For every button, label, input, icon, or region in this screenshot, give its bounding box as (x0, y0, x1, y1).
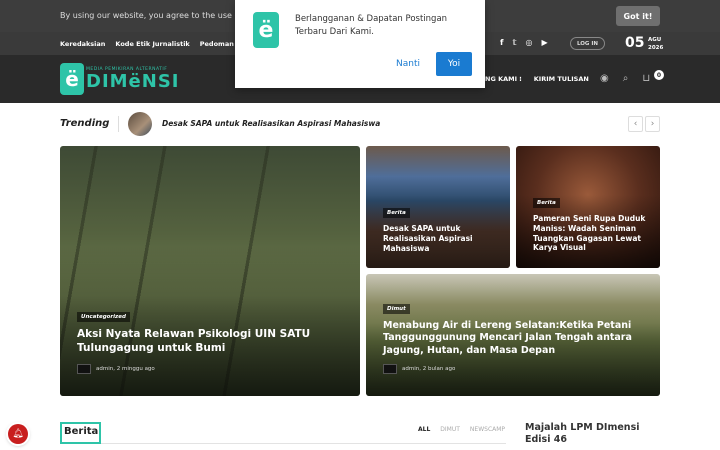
card-meta-text: admin, 2 minggu ago (96, 366, 155, 372)
chevron-right-icon: › (650, 119, 655, 129)
card-title[interactable]: Pameran Seni Rupa Duduk Maniss: Wadah Se… (533, 214, 655, 253)
category-badge[interactable]: Dimut (383, 304, 410, 314)
section-tabs: ALL DIMUT NEWSCAMP (418, 426, 505, 433)
trending-bar: Trending Desak SAPA untuk Realisasikan A… (60, 112, 660, 136)
notification-bell-button[interactable]: 🔔︎ (8, 424, 28, 444)
popup-subscribe-button[interactable]: Yoi (436, 52, 472, 76)
logo-text: MEDIA PEMIKIRAN ALTERNATIF DIMëNSI (86, 67, 179, 92)
card-title[interactable]: Menabung Air di Lereng Selatan:Ketika Pe… (383, 320, 648, 357)
date-month: AGU (648, 37, 662, 43)
nav-item-kirim-tulisan[interactable]: KIRIM TULISAN (534, 75, 589, 83)
nav-item-tentang-kami[interactable]: ANG KAMI ⁝ (480, 75, 522, 83)
trending-next-button[interactable]: › (645, 116, 660, 132)
trending-divider (118, 116, 119, 132)
author-avatar (77, 364, 91, 374)
header-icons: ◉ ⌕ ⊔ (600, 73, 650, 84)
section-title: Berita (60, 422, 101, 444)
trending-title[interactable]: Desak SAPA untuk Realisasikan Aspirasi M… (162, 119, 380, 128)
category-badge[interactable]: Uncategorized (77, 312, 130, 322)
date-year: 2026 (648, 45, 664, 51)
popup-logo-icon: ë (253, 12, 279, 48)
featured-card-2[interactable]: Berita Desak SAPA untuk Realisasikan Asp… (366, 146, 510, 268)
featured-card-4[interactable]: Dimut Menabung Air di Lereng Selatan:Ket… (366, 274, 660, 396)
popup-later-button[interactable]: Nanti (388, 52, 428, 76)
logo-mark-icon: ë (60, 63, 84, 95)
cart-icon[interactable]: ⊔ (642, 73, 650, 84)
rss-icon[interactable]: ◉ (600, 73, 609, 84)
tab-all[interactable]: ALL (418, 426, 430, 433)
card-meta-text: admin, 2 bulan ago (402, 366, 456, 372)
facebook-icon[interactable]: f (500, 38, 503, 47)
section-divider (101, 443, 506, 444)
bell-icon: 🔔︎ (12, 429, 24, 439)
card-shade (60, 146, 360, 396)
date-day: 05 (625, 35, 645, 51)
tab-newscamp[interactable]: NEWSCAMP (470, 426, 505, 433)
featured-card-main[interactable]: Uncategorized Aksi Nyata Relawan Psikolo… (60, 146, 360, 396)
sidebar-widget-title: Majalah LPM DImensi Edisi 46 (525, 422, 640, 445)
card-meta: admin, 2 bulan ago (383, 364, 455, 374)
logo-name: DIMëNSI (86, 70, 180, 92)
trending-thumbnail[interactable] (128, 112, 152, 136)
tab-dimut[interactable]: DIMUT (440, 426, 460, 433)
top-link-keredaksian[interactable]: Keredaksian (60, 40, 105, 48)
main-nav: ANG KAMI ⁝ KIRIM TULISAN (480, 75, 589, 83)
card-title[interactable]: Aksi Nyata Relawan Psikologi UIN SATU Tu… (77, 328, 347, 355)
popup-message: Berlangganan & Dapatan Postingan Terbaru… (295, 14, 448, 37)
twitter-icon[interactable]: 𝕥 (512, 38, 516, 47)
card-title[interactable]: Desak SAPA untuk Realisasikan Aspirasi M… (383, 224, 503, 253)
site-logo[interactable]: ë MEDIA PEMIKIRAN ALTERNATIF DIMëNSI (60, 63, 179, 95)
instagram-icon[interactable]: ◎ (526, 38, 533, 47)
cookie-accept-button[interactable]: Got it! (616, 6, 660, 26)
trending-label: Trending (60, 118, 110, 129)
date-month-year: AGU 2026 (648, 36, 663, 52)
category-badge[interactable]: Berita (533, 198, 560, 208)
youtube-icon[interactable]: ▶ (542, 38, 548, 47)
cart-count-badge: 0 (654, 70, 664, 80)
search-icon[interactable]: ⌕ (623, 73, 629, 84)
featured-card-3[interactable]: Berita Pameran Seni Rupa Duduk Maniss: W… (516, 146, 660, 268)
trending-prev-button[interactable]: ‹ (628, 116, 643, 132)
card-meta: admin, 2 minggu ago (77, 364, 155, 374)
author-avatar (383, 364, 397, 374)
cookie-text: By using our website, you agree to the u… (60, 11, 258, 20)
category-badge[interactable]: Berita (383, 208, 410, 218)
top-link-kode-etik[interactable]: Kode Etik Jurnalistik (115, 40, 189, 48)
login-button[interactable]: LOG IN (570, 37, 605, 50)
top-links: Keredaksian Kode Etik Jurnalistik Pedoma… (60, 40, 247, 48)
chevron-left-icon: ‹ (633, 119, 638, 129)
social-links: f 𝕥 ◎ ▶ (500, 38, 548, 47)
